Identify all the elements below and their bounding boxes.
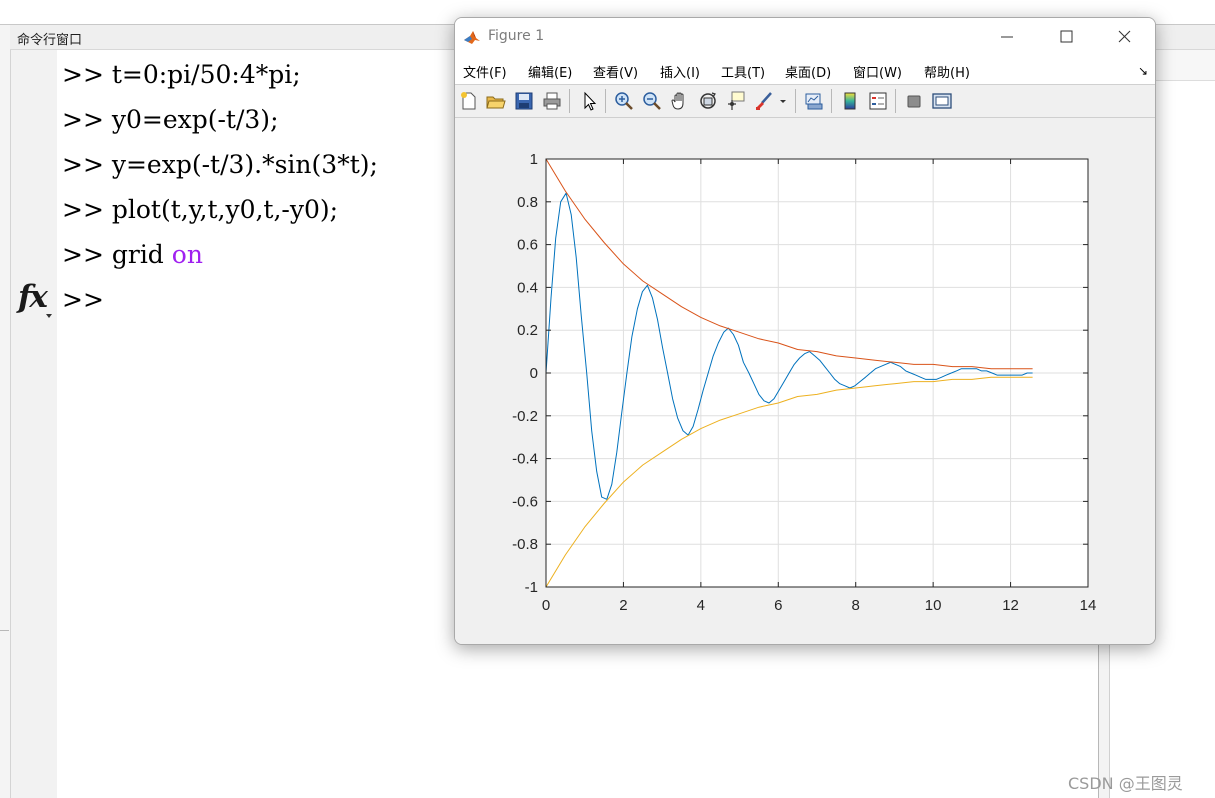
y-tick-label: 0.2 [517,322,538,339]
toolbar-separator [569,89,570,113]
x-tick-label: 6 [774,597,782,614]
menu-overflow-icon[interactable]: ↘ [1138,64,1148,78]
minimize-icon[interactable] [985,24,1029,50]
x-tick-label: 12 [1002,597,1019,614]
x-tick-label: 8 [852,597,860,614]
print-icon[interactable] [541,90,563,112]
y-tick-label: -0.8 [512,536,538,553]
command-line: >> plot(t,y,t,y0,t,-y0); [62,191,378,236]
prompt-marker: >> [62,240,104,269]
menu-insert[interactable]: 插入(I) [660,62,700,81]
command-code: y0=exp(-t/3); [111,105,279,134]
menu-help[interactable]: 帮助(H) [924,62,970,81]
data-cursor-icon[interactable] [725,90,747,112]
command-code: plot(t,y,t,y0,t,-y0); [111,195,339,224]
x-tick-label: 10 [925,597,942,614]
command-code: t=0:pi/50:4*pi; [111,60,301,89]
command-keyword: on [171,240,203,269]
maximize-icon[interactable] [1044,24,1088,50]
x-tick-label: 14 [1080,597,1097,614]
command-line: >> y0=exp(-t/3); [62,101,378,146]
x-tick-label: 4 [697,597,705,614]
y-tick-label: -0.6 [512,493,538,510]
command-code: grid [111,240,172,269]
y-tick-label: 0.6 [517,237,538,254]
pan-hand-icon[interactable] [669,90,691,112]
close-icon[interactable] [1102,24,1146,50]
watermark: CSDN @王图灵 [1068,774,1183,793]
rotate-3d-icon[interactable] [697,90,719,112]
prompt-marker: >> [62,105,104,134]
y-tick-label: 0.4 [517,279,538,296]
brush-dropdown-icon[interactable] [778,90,788,112]
brush-icon[interactable] [753,90,775,112]
zoom-in-icon[interactable] [613,90,635,112]
toolbar-separator [795,89,796,113]
menu-edit[interactable]: 编辑(E) [528,62,572,81]
y-tick-label: 0.8 [517,194,538,211]
command-gutter [11,50,57,798]
matlab-logo-icon [463,28,481,46]
y-tick-label: -0.4 [512,451,538,468]
prompt-marker: >> [62,195,104,224]
figure-window[interactable]: Figure 1 文件(F) 编辑(E) 查看(V) 插入(I) 工具(T) 桌… [454,17,1156,645]
x-tick-label: 2 [619,597,627,614]
edit-plot-cursor-icon[interactable] [578,90,600,112]
command-code: y=exp(-t/3).*sin(3*t); [111,150,378,179]
command-input-line[interactable]: >> [62,281,378,326]
function-browser-icon[interactable]: fx [18,279,48,315]
menu-tools[interactable]: 工具(T) [721,62,765,81]
menu-view[interactable]: 查看(V) [593,62,638,81]
toolbar-separator [605,89,606,113]
command-history[interactable]: >> t=0:pi/50:4*pi; >> y0=exp(-t/3); >> y… [62,56,378,326]
save-icon[interactable] [513,90,535,112]
y-tick-label: 1 [530,151,538,168]
prompt-marker: >> [62,60,104,89]
y-tick-label: 0 [530,365,538,382]
toolbar-separator [831,89,832,113]
y-tick-label: -1 [525,579,538,596]
panel-splitter[interactable] [0,630,9,631]
legend-icon[interactable] [867,90,889,112]
right-panel-subheader [1153,50,1215,81]
left-panel-edge [0,25,11,798]
x-tick-label: 0 [542,597,550,614]
command-line: >> grid on [62,236,378,281]
new-figure-icon[interactable] [458,90,480,112]
command-line: >> t=0:pi/50:4*pi; [62,56,378,101]
link-plot-icon[interactable] [803,90,825,112]
figure-title: Figure 1 [488,28,545,44]
y-tick-label: -0.2 [512,408,538,425]
figure-titlebar[interactable]: Figure 1 [455,18,1155,56]
chart-plot[interactable]: 0 2 4 6 8 10 12 14 1 0.8 0.6 0.4 0.2 0 -0.2 -0.4 -0.6 -0.… [455,118,1155,644]
menu-file[interactable]: 文件(F) [463,62,507,81]
figure-canvas[interactable]: 0 2 4 6 8 10 12 14 1 0.8 0.6 0.4 0.2 0 -0.2 -0.4 -0.6 -0.… [455,118,1155,644]
colorbar-icon[interactable] [839,90,861,112]
chevron-down-icon[interactable] [46,314,52,318]
menu-desktop[interactable]: 桌面(D) [785,62,831,81]
figure-toolbar [455,85,1155,118]
command-window-title: 命令行窗口 [17,33,83,48]
open-file-icon[interactable] [485,90,507,112]
menu-window[interactable]: 窗口(W) [853,62,902,81]
toolbar-separator [895,89,896,113]
prompt-marker: >> [62,285,104,314]
prompt-marker: >> [62,150,104,179]
command-line: >> y=exp(-t/3).*sin(3*t); [62,146,378,191]
hide-plot-tools-icon[interactable] [903,90,925,112]
show-plot-tools-icon[interactable] [931,90,953,112]
zoom-out-icon[interactable] [641,90,663,112]
figure-menubar: 文件(F) 编辑(E) 查看(V) 插入(I) 工具(T) 桌面(D) 窗口(W… [455,56,1155,85]
